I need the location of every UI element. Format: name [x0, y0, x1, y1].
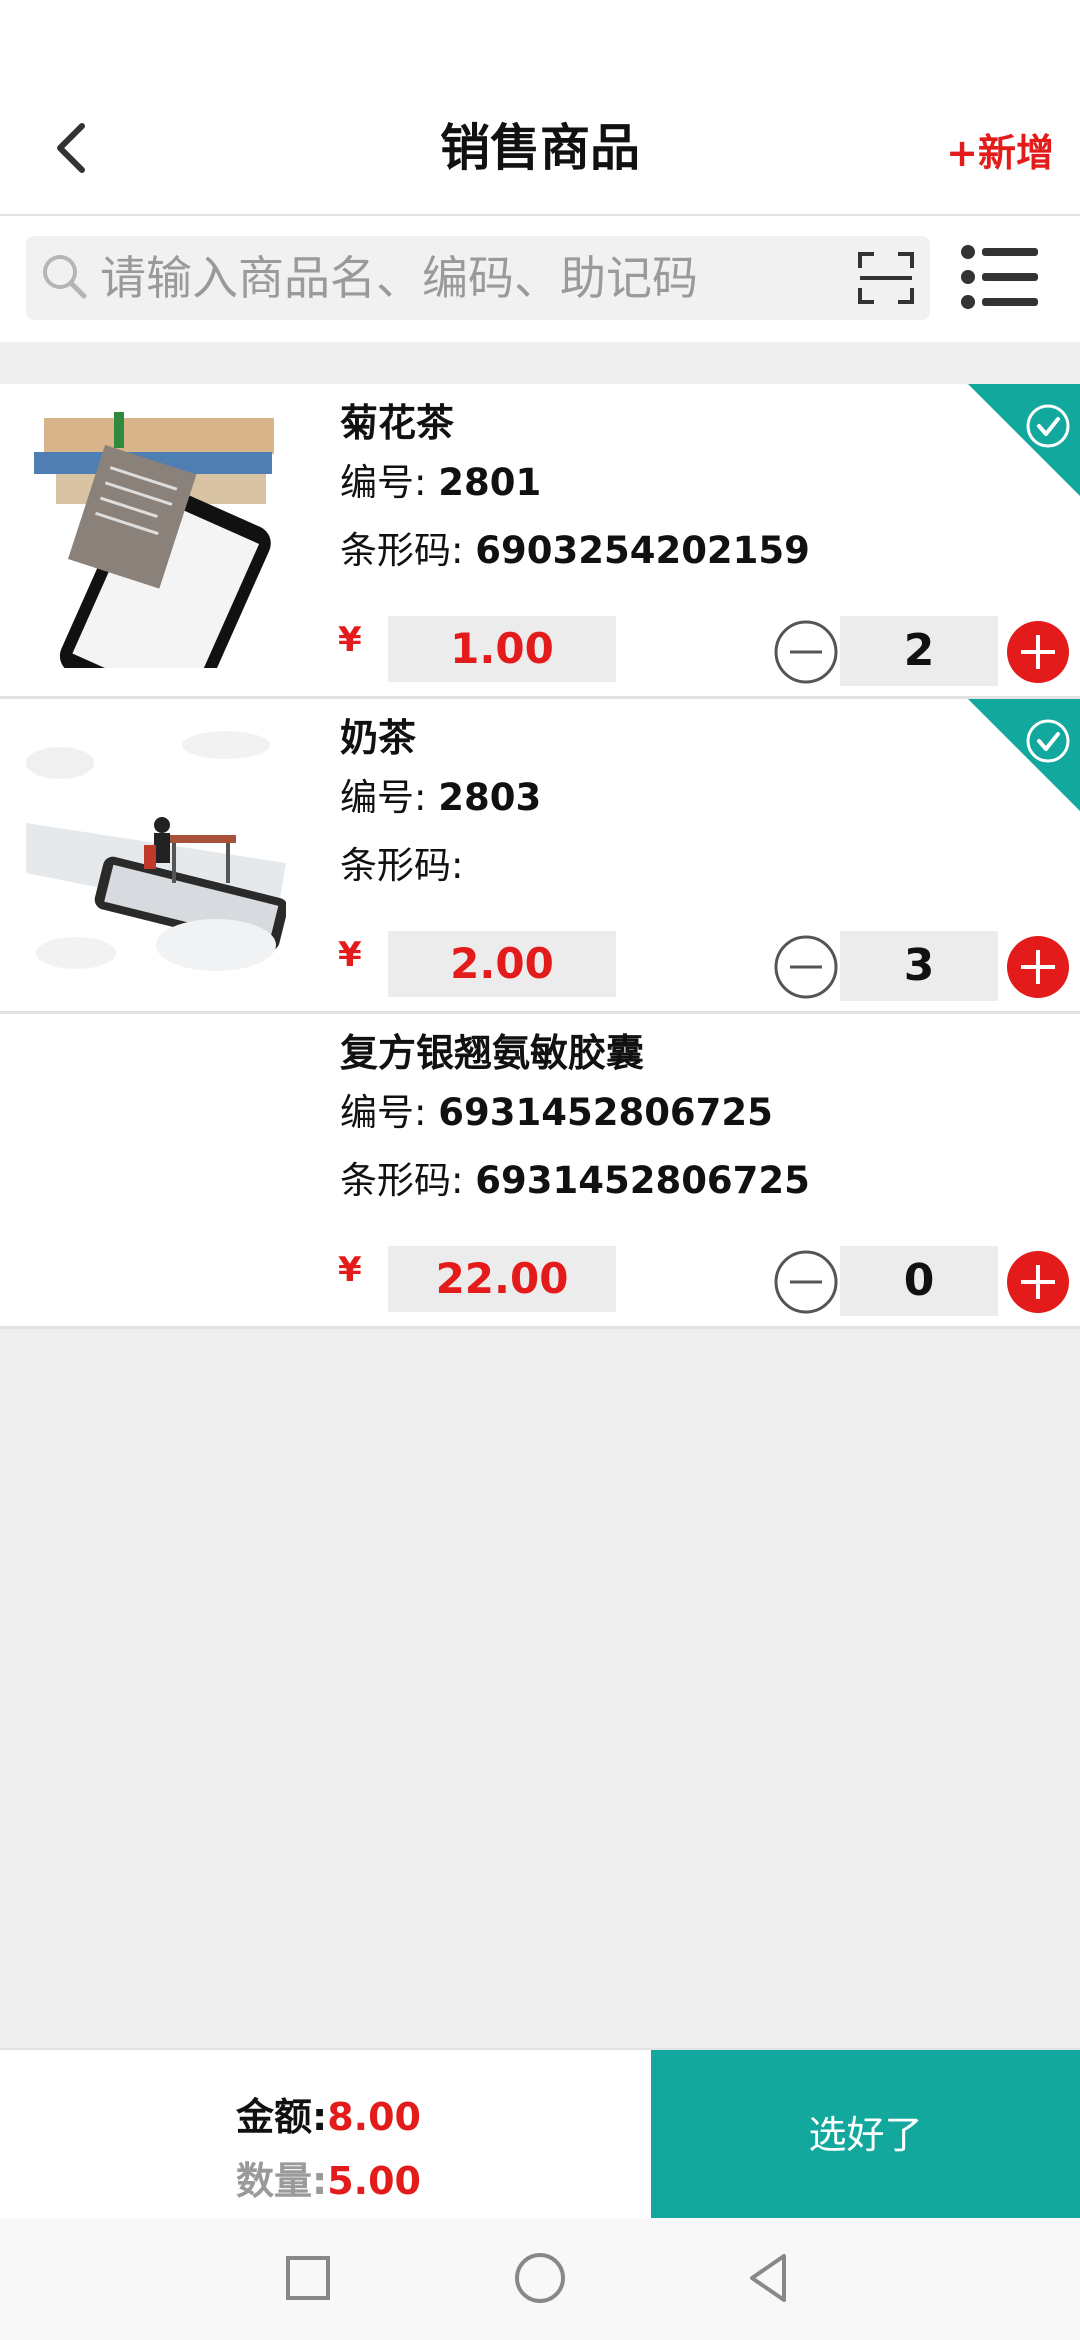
code-label: 编号:: [340, 1091, 427, 1134]
product-item[interactable]: 复方银翘氨敏胶囊 编号: 6931452806725 条形码: 69314528…: [0, 1014, 1080, 1329]
price-field[interactable]: 1.00: [388, 616, 616, 682]
product-barcode: 条形码: 6903254202159: [340, 526, 810, 576]
page-title: 销售商品: [440, 119, 640, 177]
search-placeholder: 请输入商品名、编码、助记码: [100, 251, 698, 305]
recent-apps-icon[interactable]: [278, 2248, 338, 2308]
plus-circle-icon[interactable]: [1006, 620, 1070, 684]
barcode-label: 条形码:: [340, 844, 464, 887]
currency-symbol: ¥: [338, 1250, 362, 1290]
list-menu-icon[interactable]: [960, 244, 1040, 310]
code-value: 6931452806725: [438, 1091, 773, 1134]
minus-circle-icon[interactable]: [774, 935, 838, 999]
code-label: 编号:: [340, 461, 427, 504]
product-image: [26, 723, 286, 983]
quantity-field[interactable]: 2: [840, 616, 998, 686]
currency-symbol: ¥: [338, 620, 362, 660]
search-row: 请输入商品名、编码、助记码: [0, 216, 1080, 342]
price-field[interactable]: 22.00: [388, 1246, 616, 1312]
quantity-field[interactable]: 0: [840, 1246, 998, 1316]
code-value: 2801: [438, 461, 542, 504]
price-field[interactable]: 2.00: [388, 931, 616, 997]
product-item[interactable]: 菊花茶 编号: 2801 条形码: 6903254202159 ¥ 1.00 2: [0, 384, 1080, 699]
add-new-button[interactable]: +新增: [946, 130, 1054, 176]
plus-circle-icon[interactable]: [1006, 935, 1070, 999]
selected-badge: [968, 699, 1080, 811]
barcode-value: 6903254202159: [475, 529, 810, 572]
plus-circle-icon[interactable]: [1006, 1250, 1070, 1314]
summary-bar: 金额:8.00 数量:5.00 选好了: [0, 2048, 1080, 2220]
barcode-value: 6931452806725: [475, 1159, 810, 1202]
search-icon: [43, 255, 87, 299]
quantity-field[interactable]: 3: [840, 931, 998, 1001]
system-nav-bar: [0, 2218, 1080, 2340]
product-code: 编号: 2801: [340, 458, 541, 508]
confirm-button[interactable]: 选好了: [651, 2050, 1080, 2220]
product-item[interactable]: 奶茶 编号: 2803 条形码: ¥ 2.00 3: [0, 699, 1080, 1014]
amount-value: 8.00: [327, 2095, 421, 2139]
currency-symbol: ¥: [338, 935, 362, 975]
amount-label: 金额:: [236, 2095, 328, 2139]
scan-icon[interactable]: [856, 248, 916, 308]
search-input[interactable]: 请输入商品名、编码、助记码: [26, 236, 930, 320]
barcode-label: 条形码:: [340, 529, 464, 572]
amount-line: 金额:8.00: [236, 2094, 421, 2140]
product-code: 编号: 2803: [340, 773, 541, 823]
code-label: 编号:: [340, 776, 427, 819]
product-name: 奶茶: [340, 716, 417, 760]
back-nav-icon[interactable]: [740, 2248, 800, 2308]
code-value: 2803: [438, 776, 542, 819]
minus-circle-icon[interactable]: [774, 1250, 838, 1314]
product-barcode: 条形码: 6931452806725: [340, 1156, 810, 1206]
product-name: 菊花茶: [340, 401, 455, 445]
product-barcode: 条形码:: [340, 841, 463, 891]
product-code: 编号: 6931452806725: [340, 1088, 773, 1138]
count-line: 数量:5.00: [236, 2158, 421, 2204]
product-name: 复方银翘氨敏胶囊: [340, 1031, 645, 1075]
count-value: 5.00: [327, 2159, 421, 2203]
product-image: [26, 408, 286, 668]
top-bar: 销售商品 +新增: [0, 0, 1080, 216]
home-icon[interactable]: [510, 2248, 570, 2308]
minus-circle-icon[interactable]: [774, 620, 838, 684]
selected-badge: [968, 384, 1080, 496]
count-label: 数量:: [236, 2159, 328, 2203]
barcode-label: 条形码:: [340, 1159, 464, 1202]
